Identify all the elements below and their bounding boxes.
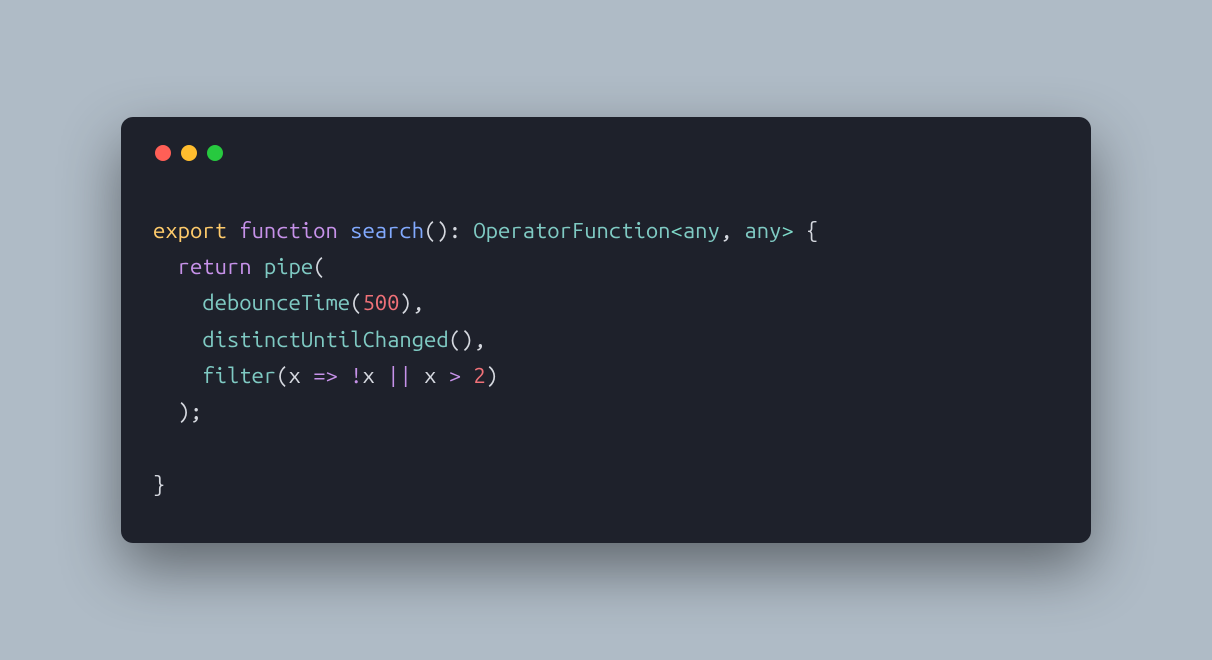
minimize-icon[interactable]	[181, 145, 197, 161]
token-space	[375, 363, 387, 388]
token-fn: filter	[202, 363, 276, 388]
token-type: OperatorFunction	[473, 218, 670, 243]
token-x3: x	[424, 363, 436, 388]
code-line-5: filter(x => !x || x > 2)	[153, 363, 498, 388]
token-space	[461, 363, 473, 388]
token-space	[301, 363, 313, 388]
token-indent	[153, 254, 178, 279]
token-space	[412, 363, 424, 388]
token-space	[436, 363, 448, 388]
token-paren2: ),	[399, 290, 424, 315]
token-fn: debounceTime	[202, 290, 350, 315]
token-comma: ,	[720, 218, 745, 243]
token-indent	[153, 399, 178, 424]
token-not: !	[350, 363, 362, 388]
token-space	[338, 363, 350, 388]
traffic-lights	[153, 145, 1059, 161]
token-x2: x	[362, 363, 374, 388]
code-line-4: distinctUntilChanged(),	[153, 327, 486, 352]
token-any2: any	[744, 218, 781, 243]
token-brace: }	[153, 472, 165, 497]
token-name: search	[350, 218, 424, 243]
token-gt: >	[449, 363, 461, 388]
token-paren: (	[313, 254, 325, 279]
token-close: );	[178, 399, 203, 424]
token-pipe: pipe	[264, 254, 313, 279]
token-x1: x	[289, 363, 301, 388]
token-paren1: (	[350, 290, 362, 315]
token-export: export	[153, 218, 227, 243]
token-gt: >	[781, 218, 793, 243]
token-function: function	[239, 218, 338, 243]
code-line-8: }	[153, 472, 165, 497]
code-block: export function search(): OperatorFuncti…	[153, 213, 1059, 503]
token-indent	[153, 290, 202, 315]
token-parens: ():	[424, 218, 461, 243]
token-space	[461, 218, 473, 243]
token-paren1: (	[276, 363, 288, 388]
token-paren2: )	[486, 363, 498, 388]
token-fn: distinctUntilChanged	[202, 327, 448, 352]
code-window: export function search(): OperatorFuncti…	[121, 117, 1091, 543]
token-indent	[153, 363, 202, 388]
token-indent	[153, 327, 202, 352]
token-return: return	[178, 254, 252, 279]
code-line-3: debounceTime(500),	[153, 290, 424, 315]
token-parens: (),	[449, 327, 486, 352]
code-line-2: return pipe(	[153, 254, 326, 279]
token-num: 500	[362, 290, 399, 315]
token-any1: any	[683, 218, 720, 243]
code-line-6: );	[153, 399, 202, 424]
token-or: ||	[387, 363, 412, 388]
token-two: 2	[473, 363, 485, 388]
token-arrow: =>	[313, 363, 338, 388]
token-brace: {	[794, 218, 819, 243]
maximize-icon[interactable]	[207, 145, 223, 161]
code-line-1: export function search(): OperatorFuncti…	[153, 218, 818, 243]
token-lt: <	[670, 218, 682, 243]
token-space	[252, 254, 264, 279]
close-icon[interactable]	[155, 145, 171, 161]
